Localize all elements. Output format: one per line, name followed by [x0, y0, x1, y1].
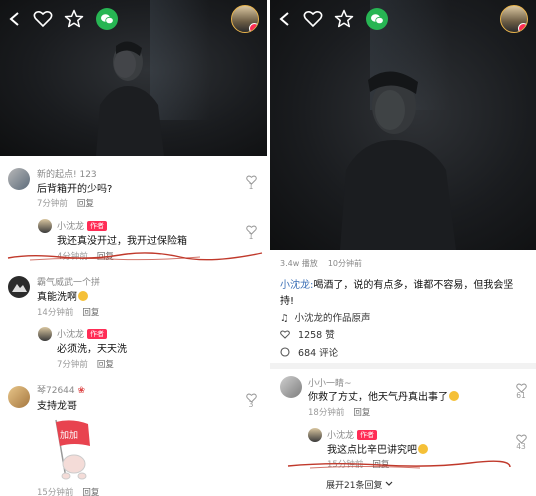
- video-player[interactable]: [0, 0, 267, 156]
- author-avatar[interactable]: [231, 5, 259, 33]
- like-count: 3: [248, 400, 254, 409]
- music-row[interactable]: ♫ 小沈龙的作品原声: [280, 310, 371, 324]
- emoji-icon: [449, 391, 459, 401]
- comment-text: 我这点比辛巴讲究吧: [327, 441, 428, 456]
- wechat-icon[interactable]: [96, 8, 118, 30]
- sticker-image: 加加: [55, 419, 90, 480]
- caption-line-1: 小沈龙:喝酒了，说的有点多，谁都不容易，但我会坚: [280, 280, 514, 291]
- comment-username[interactable]: 小沈龙 作者: [57, 327, 108, 340]
- comment-username[interactable]: 琴72644 ❀: [37, 383, 85, 396]
- wechat-icon[interactable]: [366, 8, 388, 30]
- author-tag: 作者: [87, 329, 108, 339]
- sticker-text: 加加: [60, 430, 78, 441]
- back-icon[interactable]: [274, 8, 296, 30]
- user-avatar[interactable]: [280, 376, 302, 398]
- chevron-down-icon: [385, 481, 393, 486]
- comment-text: 你救了方丈，他天气丹真出事了: [308, 388, 459, 403]
- comment-username[interactable]: 霸气威武一个拼: [37, 275, 100, 288]
- comment-meta: 14分钟前 回复: [37, 308, 100, 318]
- comment-meta: 18分钟前 回复: [308, 408, 371, 418]
- author-avatar-small[interactable]: [308, 428, 322, 442]
- heart-icon[interactable]: [32, 8, 54, 30]
- author-avatar[interactable]: [500, 5, 528, 33]
- comment-meta: 15分钟前 回复: [37, 488, 100, 496]
- back-icon[interactable]: [4, 8, 26, 30]
- handwritten-underline: [287, 460, 511, 469]
- comment-text: 支持龙哥: [37, 401, 77, 412]
- likes-row[interactable]: 1258 赞: [280, 327, 335, 341]
- comment-text: 后背箱开的少吗?: [37, 184, 113, 195]
- caption-author[interactable]: 小沈龙:: [280, 280, 313, 291]
- comment-username[interactable]: 小沈龙 作者: [57, 219, 108, 232]
- like-count: 1: [248, 182, 254, 191]
- section-divider: [270, 363, 536, 369]
- comment-username[interactable]: 新的起点! 123: [37, 167, 97, 180]
- user-avatar[interactable]: [8, 276, 30, 298]
- like-count: 1: [248, 232, 254, 241]
- comment-list: 新的起点! 123 后背箱开的少吗? 7分钟前 回复 1 小沈龙 作者 我还真没开过…: [0, 156, 267, 496]
- comment-icon: [280, 347, 290, 357]
- star-icon[interactable]: [333, 8, 355, 30]
- emoji-icon: [78, 291, 88, 301]
- like-icon: [280, 330, 290, 339]
- comment-text: 我还真没开过，我开过保险箱: [57, 236, 187, 247]
- right-screenshot: 3.4w 播放 10分钟前 小沈龙:喝酒了，说的有点多，谁都不容易，但我会坚 持!…: [270, 0, 536, 496]
- comment-text: 必须洗，天天洗: [57, 344, 127, 355]
- user-avatar[interactable]: [8, 168, 30, 190]
- author-tag: 作者: [87, 221, 108, 231]
- reply-button[interactable]: 回复: [77, 199, 94, 209]
- author-avatar-small[interactable]: [38, 327, 52, 341]
- like-count: 43: [516, 442, 526, 451]
- expand-replies-button[interactable]: 展开21条回复: [326, 478, 393, 491]
- star-icon[interactable]: [63, 8, 85, 30]
- reply-button[interactable]: 回复: [97, 360, 114, 370]
- badge-icon: [518, 23, 527, 32]
- music-icon: ♫: [280, 313, 289, 324]
- emoji-icon: [418, 444, 428, 454]
- handwritten-underline: [7, 252, 263, 261]
- author-avatar-small[interactable]: [38, 219, 52, 233]
- author-tag: 作者: [357, 430, 378, 440]
- reply-button[interactable]: 回复: [82, 488, 99, 496]
- user-avatar[interactable]: [8, 386, 30, 408]
- rose-icon: ❀: [77, 386, 86, 396]
- comment-meta: 7分钟前 回复: [37, 199, 94, 209]
- reply-button[interactable]: 回复: [82, 308, 99, 318]
- left-screenshot: 新的起点! 123 后背箱开的少吗? 7分钟前 回复 1 小沈龙 作者 我还真没开过…: [0, 0, 267, 496]
- play-stats: 3.4w 播放 10分钟前: [280, 259, 362, 268]
- comment-meta: 7分钟前 回复: [57, 360, 114, 370]
- comment-username[interactable]: 小沈龙 作者: [327, 428, 378, 441]
- video-player[interactable]: [270, 0, 536, 250]
- top-bar: [0, 0, 267, 40]
- comment-text: 真能洗啊: [37, 288, 88, 303]
- reply-button[interactable]: 回复: [353, 408, 370, 418]
- top-bar: [270, 0, 536, 40]
- heart-icon[interactable]: [302, 8, 324, 30]
- caption-line-2: 持!: [280, 296, 295, 307]
- badge-icon: [249, 23, 258, 32]
- like-count: 61: [516, 391, 526, 400]
- comments-row[interactable]: 684 评论: [280, 345, 338, 359]
